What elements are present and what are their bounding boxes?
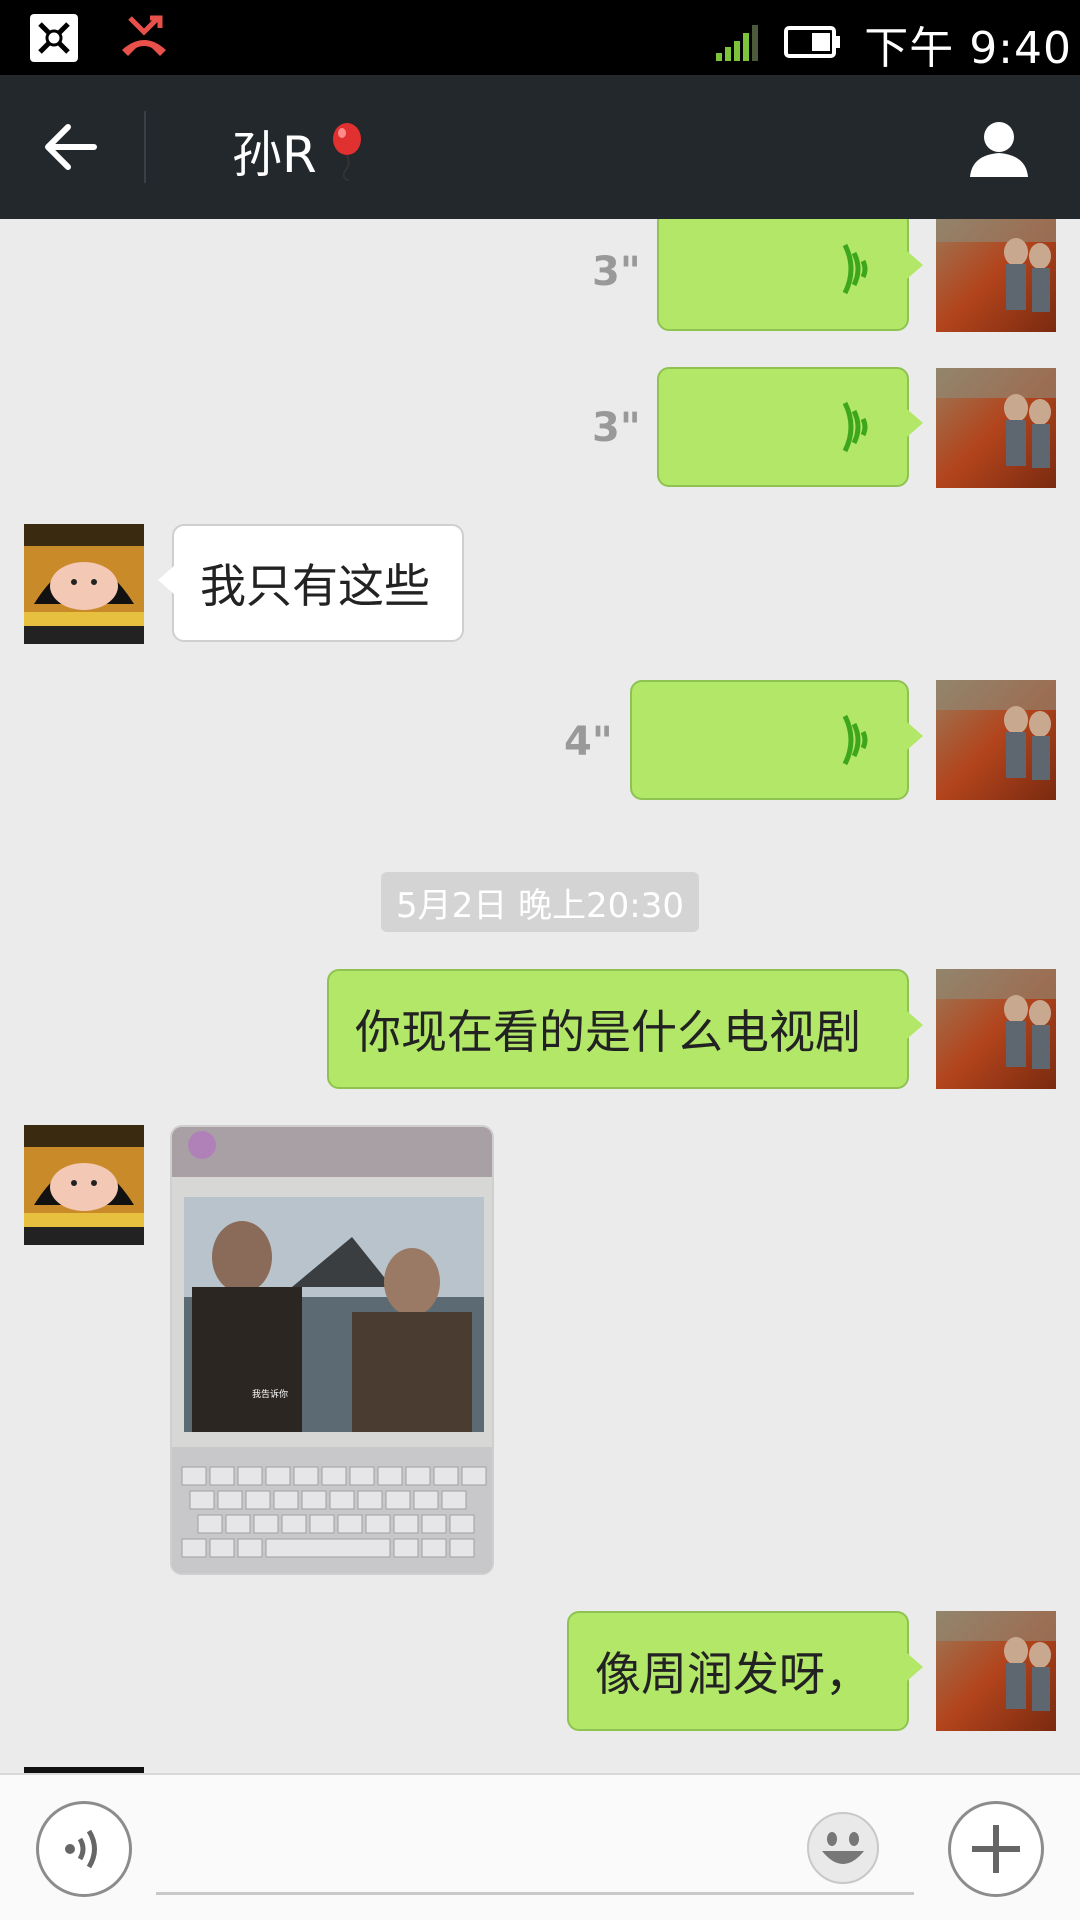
message-text: 我只有这些 bbox=[200, 559, 430, 613]
text-message-bubble[interactable]: 你现在看的是什么电视剧 bbox=[327, 969, 923, 1089]
emoji-button[interactable] bbox=[806, 1811, 880, 1885]
text-message-bubble[interactable]: 我只有这些 bbox=[158, 524, 464, 642]
my-avatar[interactable] bbox=[936, 969, 1056, 1089]
header-divider bbox=[144, 111, 146, 183]
chat-header: 孙R bbox=[0, 75, 1080, 219]
my-avatar[interactable] bbox=[936, 219, 1056, 332]
message-text: 像周润发呀， bbox=[595, 1647, 871, 1701]
voice-wave-icon bbox=[842, 401, 868, 453]
app-notification-icon bbox=[30, 14, 78, 62]
chat-title: 孙R bbox=[232, 115, 367, 187]
profile-button[interactable] bbox=[968, 117, 1030, 179]
contact-avatar[interactable] bbox=[24, 1125, 144, 1245]
chat-message-list[interactable]: 3" 3" 我只有这些 4" 5月2日 晚上20:30 你现在看的是什么电视剧 … bbox=[0, 219, 1080, 1773]
my-avatar[interactable] bbox=[936, 1611, 1056, 1731]
plus-icon bbox=[972, 1825, 1020, 1873]
battery-icon bbox=[784, 24, 842, 64]
missed-call-icon bbox=[116, 12, 172, 64]
voice-message-bubble[interactable] bbox=[657, 367, 923, 487]
voice-message-bubble[interactable] bbox=[657, 219, 923, 331]
back-arrow-icon bbox=[45, 124, 97, 170]
voice-duration: 3" bbox=[592, 249, 641, 295]
message-input[interactable] bbox=[156, 1805, 914, 1895]
voice-duration: 4" bbox=[564, 719, 613, 765]
contact-name: 孙R bbox=[232, 126, 317, 184]
contact-avatar[interactable] bbox=[24, 524, 144, 644]
profile-icon bbox=[970, 122, 1028, 177]
more-options-button[interactable] bbox=[948, 1801, 1044, 1897]
message-input-bar bbox=[0, 1773, 1080, 1920]
emoji-icon bbox=[807, 1812, 879, 1884]
voice-input-icon bbox=[65, 1829, 97, 1869]
voice-wave-icon bbox=[842, 714, 868, 766]
message-text: 你现在看的是什么电视剧 bbox=[355, 1005, 861, 1059]
status-bar: 下午 9:40 bbox=[0, 0, 1080, 75]
signal-icon bbox=[714, 21, 762, 67]
voice-toggle-button[interactable] bbox=[36, 1801, 132, 1897]
time-divider: 5月2日 晚上20:30 bbox=[381, 872, 699, 932]
voice-message-bubble[interactable] bbox=[630, 680, 923, 800]
video-subtitle: 我告诉你 bbox=[252, 1388, 288, 1400]
status-time: 下午 9:40 bbox=[864, 23, 1072, 74]
my-avatar[interactable] bbox=[936, 368, 1056, 488]
voice-wave-icon bbox=[842, 243, 868, 295]
back-button[interactable] bbox=[40, 115, 104, 179]
my-avatar[interactable] bbox=[936, 680, 1056, 800]
image-message[interactable]: 我告诉你 bbox=[170, 1125, 494, 1575]
balloon-icon bbox=[332, 123, 361, 181]
text-message-bubble[interactable]: 像周润发呀， bbox=[567, 1611, 923, 1731]
voice-duration: 3" bbox=[592, 405, 641, 451]
